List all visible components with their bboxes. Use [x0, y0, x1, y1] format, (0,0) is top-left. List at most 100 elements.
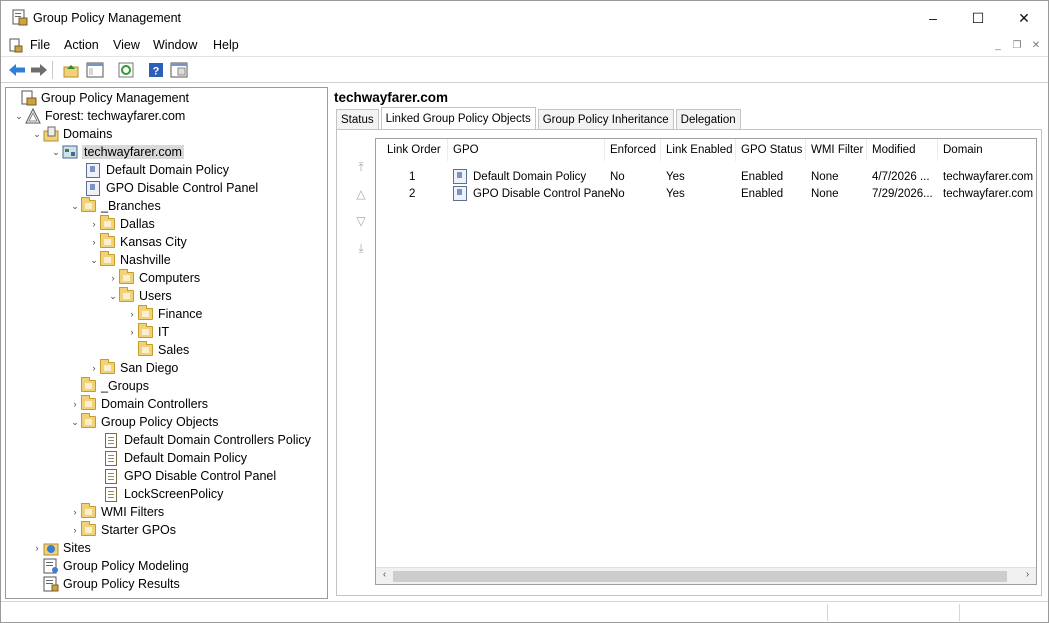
tree-ou-dallas[interactable]: › Dallas: [88, 215, 155, 233]
tree-ou-groups[interactable]: _Groups: [69, 377, 149, 395]
tree-ou-users[interactable]: ⌄ Users: [107, 287, 172, 305]
tree-group-policy-results[interactable]: Group Policy Results: [31, 575, 180, 593]
linked-gpos-panel: ⤒ △ ▽ ⤓ Link Order GPO Enforced Link Ena…: [336, 129, 1042, 596]
expand-icon[interactable]: ›: [31, 543, 43, 553]
expand-icon[interactable]: ›: [107, 273, 119, 283]
tab-linked-gpos[interactable]: Linked Group Policy Objects: [380, 107, 536, 130]
scroll-left-icon[interactable]: ‹: [376, 569, 393, 584]
gpo-link-icon: [453, 186, 467, 201]
up-folder-button[interactable]: [61, 60, 81, 80]
collapse-icon[interactable]: ⌄: [50, 147, 62, 158]
refresh-button[interactable]: [116, 60, 136, 80]
tree-gpo-default-domain-controllers-policy[interactable]: Default Domain Controllers Policy: [105, 431, 311, 449]
menu-window[interactable]: Window: [153, 38, 197, 52]
console-tree-button[interactable]: [85, 60, 105, 80]
column-header-gpo-status[interactable]: GPO Status: [736, 139, 806, 161]
back-button[interactable]: [7, 60, 27, 80]
tree-ou-it[interactable]: › IT: [126, 323, 169, 341]
tree-ou-computers[interactable]: › Computers: [107, 269, 200, 287]
tree-gpo-default-domain-policy[interactable]: Default Domain Policy: [105, 449, 247, 467]
tree-ou-kansas-city[interactable]: › Kansas City: [88, 233, 187, 251]
collapse-icon[interactable]: ⌄: [69, 417, 81, 428]
tab-delegation[interactable]: Delegation: [675, 109, 741, 130]
properties-button[interactable]: [169, 60, 189, 80]
tree-ou-san-diego[interactable]: › San Diego: [88, 359, 178, 377]
column-header-link-order[interactable]: Link Order: [382, 139, 448, 161]
tree-domains[interactable]: ⌄ Domains: [31, 125, 112, 143]
collapse-icon[interactable]: ⌄: [69, 201, 81, 212]
collapse-icon[interactable]: ⌄: [107, 291, 119, 302]
tree-ou-branches[interactable]: ⌄ _Branches: [69, 197, 161, 215]
ou-folder-icon: [100, 251, 115, 266]
scroll-thumb[interactable]: [393, 571, 1007, 582]
move-to-top-icon[interactable]: ⤒: [351, 160, 371, 180]
mdi-close-icon[interactable]: ✕: [1028, 38, 1044, 53]
menu-action[interactable]: Action: [64, 38, 99, 52]
minimize-button[interactable]: –: [910, 1, 956, 35]
collapse-icon[interactable]: ⌄: [13, 111, 25, 122]
column-header-domain[interactable]: Domain: [938, 139, 1036, 161]
tab-inheritance[interactable]: Group Policy Inheritance: [537, 109, 674, 130]
tree-ou-sales[interactable]: Sales: [126, 341, 189, 359]
tree-label: Finance: [158, 307, 203, 321]
tree-sites[interactable]: › Sites: [31, 539, 91, 557]
tree-label: _Branches: [101, 199, 161, 213]
expand-icon[interactable]: ›: [88, 237, 100, 247]
domains-icon: [43, 126, 59, 142]
mdi-restore-icon[interactable]: ❐: [1009, 38, 1025, 53]
scroll-right-icon[interactable]: ›: [1019, 569, 1036, 584]
tree-ou-domain-controllers[interactable]: › Domain Controllers: [69, 395, 208, 413]
expand-icon[interactable]: ›: [88, 219, 100, 229]
tree-group-policy-objects[interactable]: ⌄ Group Policy Objects: [69, 413, 218, 431]
status-divider: [827, 604, 828, 621]
move-down-icon[interactable]: ▽: [351, 214, 371, 234]
tree-gpo-disable-control-panel[interactable]: GPO Disable Control Panel: [105, 467, 276, 485]
column-header-enforced[interactable]: Enforced: [605, 139, 661, 161]
collapse-icon[interactable]: ⌄: [31, 129, 43, 140]
mdi-controls: _ ❐ ✕: [990, 38, 1044, 53]
tree-ou-finance[interactable]: › Finance: [126, 305, 202, 323]
starter-gpos-icon: [81, 521, 96, 536]
tree-gpo-lockscreenpolicy[interactable]: LockScreenPolicy: [105, 485, 223, 503]
expand-icon[interactable]: ›: [69, 507, 81, 517]
details-pane: techwayfarer.com Status Linked Group Pol…: [332, 87, 1046, 599]
menu-help[interactable]: Help: [213, 38, 239, 52]
ou-folder-icon: [138, 341, 153, 356]
tree-root[interactable]: Group Policy Management: [9, 89, 189, 107]
help-button[interactable]: ?: [146, 60, 166, 80]
column-header-wmi-filter[interactable]: WMI Filter: [806, 139, 867, 161]
gpo-link-icon: [86, 180, 100, 196]
tree-wmi-filters[interactable]: › WMI Filters: [69, 503, 164, 521]
tree-link-gpo-disable-control-panel[interactable]: GPO Disable Control Panel: [86, 179, 258, 197]
collapse-icon[interactable]: ⌄: [88, 255, 100, 266]
maximize-button[interactable]: ☐: [955, 1, 1001, 35]
expand-icon[interactable]: ›: [88, 363, 100, 373]
tree-ou-nashville[interactable]: ⌄ Nashville: [88, 251, 171, 269]
ou-folder-icon: [100, 359, 115, 374]
expand-icon[interactable]: ›: [69, 525, 81, 535]
expand-icon[interactable]: ›: [126, 309, 138, 319]
mdi-minimize-icon[interactable]: _: [990, 38, 1006, 53]
expand-icon[interactable]: ›: [126, 327, 138, 337]
system-menu-icon[interactable]: [9, 38, 23, 53]
forward-button[interactable]: [29, 60, 49, 80]
close-button[interactable]: ✕: [1001, 1, 1047, 35]
move-up-icon[interactable]: △: [351, 187, 371, 207]
column-header-modified[interactable]: Modified: [867, 139, 938, 161]
tree-starter-gpos[interactable]: › Starter GPOs: [69, 521, 176, 539]
menu-view[interactable]: View: [113, 38, 140, 52]
column-header-gpo[interactable]: GPO: [448, 139, 605, 161]
column-header-link-enabled[interactable]: Link Enabled: [661, 139, 736, 161]
menu-file[interactable]: File: [30, 38, 50, 52]
tree-forest[interactable]: ⌄ Forest: techwayfarer.com: [13, 107, 185, 125]
tree-label: WMI Filters: [101, 505, 165, 519]
move-to-bottom-icon[interactable]: ⤓: [351, 241, 371, 261]
tree-domain-techwayfarer[interactable]: ⌄ techwayfarer.com: [50, 143, 184, 161]
forest-icon: [25, 108, 41, 124]
horizontal-scrollbar[interactable]: ‹ ›: [376, 567, 1036, 584]
tree-group-policy-modeling[interactable]: Group Policy Modeling: [31, 557, 189, 575]
expand-icon[interactable]: ›: [69, 399, 81, 409]
tab-status[interactable]: Status: [336, 109, 379, 130]
tree-link-default-domain-policy[interactable]: Default Domain Policy: [86, 161, 229, 179]
cell-link-order: 1: [409, 170, 416, 183]
